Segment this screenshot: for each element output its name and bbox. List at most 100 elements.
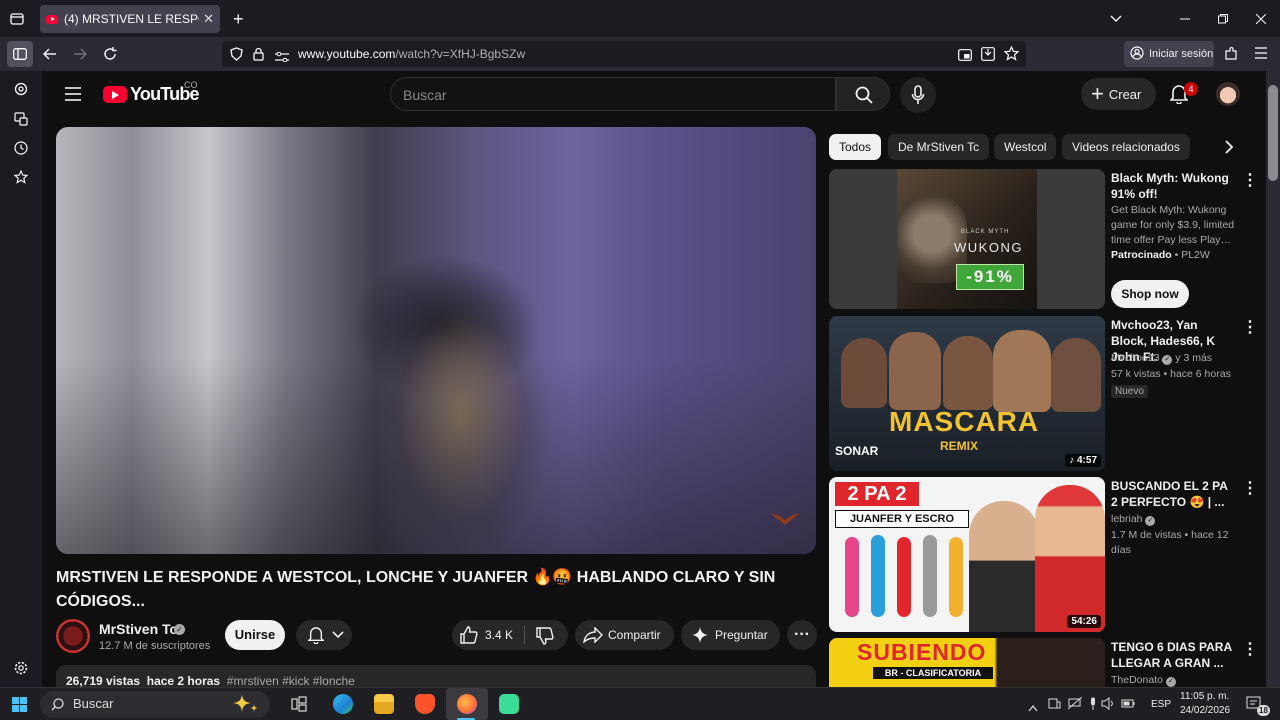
related-channel-2[interactable]: lebriah [1111,513,1143,525]
sidebar-settings-gear-icon[interactable] [14,661,28,680]
network-disconnected-icon[interactable] [1067,696,1083,715]
user-avatar[interactable] [1216,82,1240,106]
youtube-logo-icon[interactable] [103,86,127,103]
hashtags[interactable]: #mrstiven #kick #lonche [227,674,355,687]
brave-browser-icon[interactable] [415,694,435,714]
browser-tab-bar: (4) MRSTIVEN LE RESPONDE A WESTCOL ✕ + [0,0,1280,37]
synced-tabs-icon[interactable] [14,112,28,131]
chat-app-icon[interactable] [499,694,519,714]
tab-overflow-chevron-icon[interactable] [1110,11,1122,25]
windows-taskbar: Buscar ESP 11:05 p. m. 24/02/2026 18 [0,687,1280,720]
subscription-bell-button[interactable] [296,620,352,650]
taskbar-search[interactable]: Buscar [40,691,270,718]
related-menu-icon-2[interactable]: ⋮ [1242,478,1258,498]
shop-now-button[interactable]: Shop now [1111,280,1189,308]
related-thumbnail-3[interactable]: SUBIENDO BR - CLASIFICATORIA [829,638,1105,687]
battery-icon[interactable] [1121,697,1135,715]
page-scrollbar[interactable] [1266,71,1280,687]
video-player[interactable] [56,127,816,554]
chip-de-mrstiven[interactable]: De MrStiven Tc [888,134,990,160]
browser-tab-active[interactable]: (4) MRSTIVEN LE RESPONDE A WESTCOL ✕ [40,5,220,33]
firefox-browser-icon[interactable] [457,694,477,714]
microphone-tray-icon[interactable] [1089,697,1097,715]
minimize-icon[interactable] [1180,12,1190,26]
related-menu-icon-0[interactable]: ⋮ [1242,170,1258,190]
thumb-brand: WUKONG [954,240,1023,255]
ai-chatbot-icon[interactable] [14,82,28,101]
share-button[interactable]: Compartir [575,620,674,650]
thumb-title-1: MASCARA [889,406,1040,437]
notifications-count-badge: 4 [1184,82,1198,96]
chip-todos[interactable]: Todos [829,134,882,160]
tray-overflow-chevron-icon[interactable] [1028,699,1038,717]
related-thumbnail-2[interactable]: 2 PA 2 JUANFER Y ESCRO 54:26 [829,477,1105,632]
dislike-button[interactable] [536,627,554,648]
search-button[interactable] [836,77,890,111]
person-art-12 [1035,485,1105,632]
tab-close-icon[interactable]: ✕ [203,11,214,27]
clock-date[interactable]: 24/02/2026 [1180,705,1230,716]
picture-in-picture-icon[interactable] [958,48,972,66]
sidebar-toggle-button[interactable] [7,41,33,67]
forward-icon[interactable] [73,47,87,63]
search-placeholder: Buscar [403,87,447,103]
voice-search-button[interactable] [900,77,936,113]
reader-view-icon[interactable] [981,47,995,66]
signin-button[interactable]: Iniciar sesión [1124,41,1214,67]
maximize-icon[interactable] [1218,12,1228,26]
channel-name[interactable]: MrStiven Tc [99,621,177,637]
clock-time[interactable]: 11:05 p. m. [1180,691,1229,702]
ask-button[interactable]: Preguntar [681,620,780,650]
guide-menu-icon[interactable] [65,87,81,106]
close-window-icon[interactable] [1255,12,1267,26]
chips-next-chevron-icon[interactable] [1224,140,1234,159]
tab-list-icon[interactable] [10,12,24,27]
like-button[interactable] [460,626,478,647]
back-icon[interactable] [43,47,57,63]
chip-videos-relacionados[interactable]: Videos relacionados [1062,134,1190,160]
url-host: www.youtube.com [298,47,396,61]
plus-icon: + [1091,81,1104,106]
more-actions-icon[interactable]: ··· [787,620,817,650]
related-menu-icon-1[interactable]: ⋮ [1242,317,1258,337]
description-box[interactable]: 26,719 vistas hace 2 horas #mrstiven #ki… [56,665,816,687]
search-input[interactable]: Buscar [390,77,836,111]
chevron-down-icon [332,631,344,639]
related-thumbnail-1[interactable]: MASCARA REMIX SONAR ♪ 4:57 [829,316,1105,471]
permissions-icon[interactable] [275,49,289,67]
task-view-icon[interactable] [291,696,307,717]
related-thumbnail-ad[interactable]: BLACK MYTH WUKONG -91% [829,169,1105,309]
lock-icon[interactable] [253,47,264,66]
related-title-2[interactable]: BUSCANDO EL 2 PA 2 PERFECTO 😍 | ... [1111,478,1236,510]
channel-avatar[interactable] [56,619,90,653]
related-menu-icon-3[interactable]: ⋮ [1242,639,1258,659]
person-art-1 [841,338,887,408]
input-language[interactable]: ESP [1151,699,1171,710]
channel-watermark-icon[interactable] [770,511,800,527]
windows-start-icon[interactable] [12,697,27,717]
new-tab-icon[interactable]: + [233,10,244,28]
chip-westcol[interactable]: Westcol [994,134,1057,160]
file-explorer-icon[interactable] [374,694,394,714]
extensions-icon[interactable] [1224,46,1238,63]
related-title-0[interactable]: Black Myth: Wukong 91% off! [1111,170,1236,202]
related-channel-line-3: TheDonato ✓ [1111,673,1241,687]
url-bar[interactable]: www.youtube.com/watch?v=XfHJ-BgbSZw [222,41,1026,67]
related-title-3[interactable]: TENGO 6 DIAS PARA LLEGAR A GRAN ... [1111,639,1236,671]
menu-hamburger-icon[interactable] [1254,47,1268,61]
create-button[interactable]: + Crear [1081,78,1156,110]
related-channel-3[interactable]: TheDonato [1111,674,1163,686]
create-label: Crear [1108,86,1142,102]
thumb-title-3: SUBIENDO [857,639,987,665]
volume-icon[interactable] [1101,697,1115,715]
reload-icon[interactable] [103,47,117,63]
tracking-shield-icon[interactable] [230,47,243,66]
join-button[interactable]: Unirse [225,620,285,650]
history-icon[interactable] [14,141,28,160]
scrollbar-thumb[interactable] [1268,85,1278,181]
bookmarks-icon[interactable] [13,169,29,189]
bookmark-star-icon[interactable] [1003,45,1020,66]
edge-browser-icon[interactable] [333,694,353,714]
related-channel-1[interactable]: Mvchoo23 [1111,352,1159,364]
phone-link-icon[interactable] [1048,697,1061,715]
